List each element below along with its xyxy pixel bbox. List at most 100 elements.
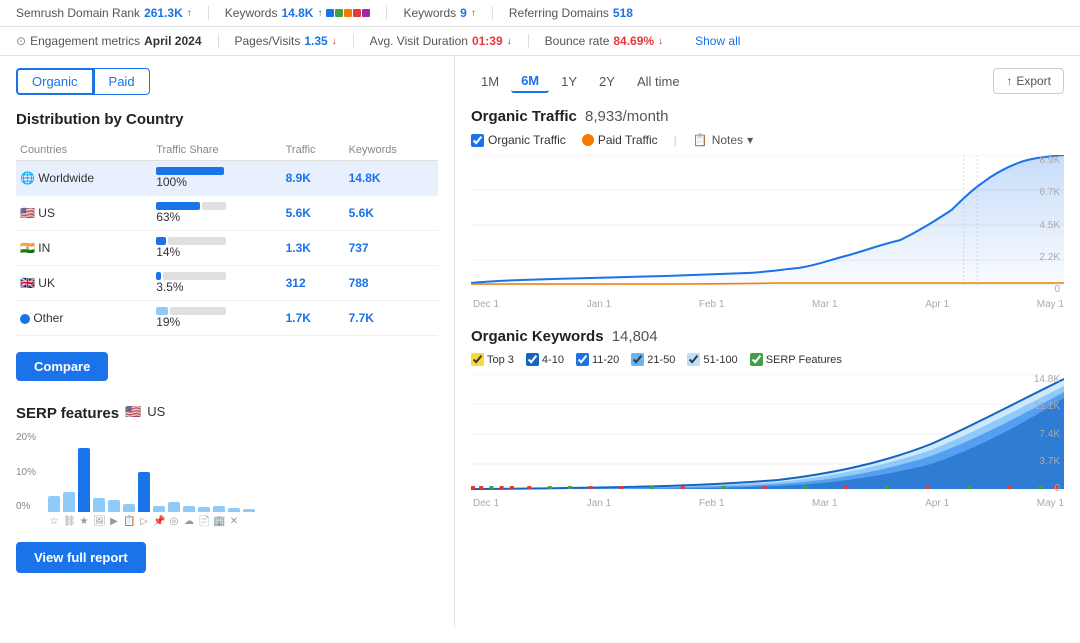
keywords-cell: 788 [345,266,438,301]
time-controls: 1M 6M 1Y 2Y All time ↑ Export [471,68,1064,94]
referring-domains-item: Referring Domains 518 [493,6,649,20]
traffic-cell: 5.6K [282,196,345,231]
time-1m[interactable]: 1M [471,70,509,93]
organic-legend-item: Organic Traffic [471,133,566,147]
organic-x-labels: Dec 1 Jan 1 Feb 1 Mar 1 Apr 1 May 1 [471,299,1064,310]
show-all-link[interactable]: Show all [695,34,740,48]
kw-21-50: 21-50 [631,353,675,366]
serp-bar [78,448,90,512]
country-name: 🌐 Worldwide [16,161,152,196]
organic-keywords-section: Organic Keywords 14,804 Top 3 4-10 11-20 [471,328,1064,509]
kw-51-100: 51-100 [687,353,737,366]
view-full-report-button[interactable]: View full report [16,542,146,573]
kw51-100-checkbox[interactable] [687,353,700,366]
table-row: 🇬🇧 UK 3.5% 312 788 [16,266,438,301]
avg-visit-item: Avg. Visit Duration 01:39 ↓ [354,34,529,48]
kw-4-10: 4-10 [526,353,564,366]
table-row: Other 19% 1.7K 7.7K [16,301,438,336]
organic-checkbox[interactable] [471,134,484,147]
serp-bar [63,492,75,512]
table-row: 🌐 Worldwide 100% 8.9K 14.8K [16,161,438,196]
kw21-50-checkbox[interactable] [631,353,644,366]
serp-bar [93,498,105,512]
serp-bar [243,509,255,512]
traffic-cell: 1.3K [282,231,345,266]
paid-legend-label: Paid Traffic [598,133,658,147]
tab-buttons: Organic Paid [16,68,438,95]
serp-section: SERP features 🇺🇸 US 20% 10% 0% ☆ ⛓ ★ 🖼 ▶ [16,401,438,532]
paid-legend-item: Paid Traffic [582,133,658,147]
kw4-10-checkbox[interactable] [526,353,539,366]
traffic-share-cell: 100% [152,161,281,196]
country-name: Other [16,301,152,336]
serp-title: SERP features [16,405,119,422]
time-all[interactable]: All time [627,70,690,93]
notes-button[interactable]: 📋 Notes ▾ [693,133,753,147]
keywords-item: Keywords 14.8K ↑ [209,6,388,20]
export-label: Export [1016,74,1051,88]
organic-chart-wrapper: 8.9K 6.7K 4.5K 2.2K 0 [471,155,1064,310]
export-button[interactable]: ↑ Export [993,68,1064,94]
time-6m[interactable]: 6M [511,70,549,93]
organic-line-chart [471,155,1064,295]
kw-11-20: 11-20 [576,353,619,366]
traffic-share-cell: 3.5% [152,266,281,301]
kw-serp-checkbox[interactable] [750,353,763,366]
keywords-arrow: ↑ [317,8,322,19]
domain-rank-value: 261.3K [144,6,183,20]
col-traffic-share: Traffic Share [152,140,281,161]
keywords-label: Keywords [225,6,278,20]
serp-bar [213,506,225,512]
serp-bar [228,508,240,512]
pages-visits-value: 1.35 [304,34,327,48]
tab-organic[interactable]: Organic [16,68,94,95]
serp-country: US [147,404,165,419]
keywords2-label: Keywords [403,6,456,20]
compare-button[interactable]: Compare [16,352,108,381]
bounce-arrow: ↓ [658,36,663,47]
organic-traffic-count: 8,933/month [585,108,668,125]
organic-traffic-title: Organic Traffic 8,933/month [471,108,1064,125]
kw11-20-checkbox[interactable] [576,353,589,366]
main-content: Organic Paid Distribution by Country Cou… [0,56,1080,627]
col-traffic: Traffic [282,140,345,161]
organic-legend-label: Organic Traffic [488,133,566,147]
keywords-legend: Top 3 4-10 11-20 21-50 51-100 [471,353,1064,366]
referring-domains-value: 518 [613,6,633,20]
pages-visits-label: Pages/Visits [235,34,301,48]
col-countries: Countries [16,140,152,161]
country-name: 🇮🇳 IN [16,231,152,266]
avg-visit-label: Avg. Visit Duration [370,34,468,48]
organic-keywords-title: Organic Keywords 14,804 [471,328,1064,345]
serp-bar [123,504,135,512]
time-2y[interactable]: 2Y [589,70,625,93]
second-bar: ⊙ Engagement metrics April 2024 Pages/Vi… [0,27,1080,56]
kw-serp: SERP Features [750,353,842,366]
serp-chart: 20% 10% 0% ☆ ⛓ ★ 🖼 ▶ 📋 ▷ 📌 ◎ ☁ [16,432,438,532]
serp-icons-row: ☆ ⛓ ★ 🖼 ▶ 📋 ▷ 📌 ◎ ☁ 📄 🏢 ✕ [48,516,438,527]
time-1y[interactable]: 1Y [551,70,587,93]
organic-traffic-section: Organic Traffic 8,933/month Organic Traf… [471,108,1064,310]
keywords2-value: 9 [460,6,467,20]
keywords2-item: Keywords 9 ↑ [387,6,492,20]
col-keywords: Keywords [345,140,438,161]
pages-visits-item: Pages/Visits 1.35 ↓ [219,34,354,48]
top3-checkbox[interactable] [471,353,484,366]
keywords-chart-wrapper: 14.8K 11.1K 7.4K 3.7K 0 [471,374,1064,509]
traffic-share-cell: 14% [152,231,281,266]
left-panel: Organic Paid Distribution by Country Cou… [0,56,455,627]
tab-paid[interactable]: Paid [94,68,150,95]
engagement-date: April 2024 [144,34,201,48]
notes-chevron: ▾ [747,133,753,147]
serp-bar [48,496,60,512]
domain-rank-label: Semrush Domain Rank [16,6,140,20]
bounce-value: 84.69% [613,34,654,48]
engagement-item: ⊙ Engagement metrics April 2024 [16,34,219,48]
right-panel: 1M 6M 1Y 2Y All time ↑ Export Organic Tr… [455,56,1080,627]
serp-bar [108,500,120,512]
traffic-cell: 1.7K [282,301,345,336]
country-name: 🇬🇧 UK [16,266,152,301]
serp-bars [48,432,438,512]
traffic-share-cell: 19% [152,301,281,336]
country-table: Countries Traffic Share Traffic Keywords… [16,140,438,336]
